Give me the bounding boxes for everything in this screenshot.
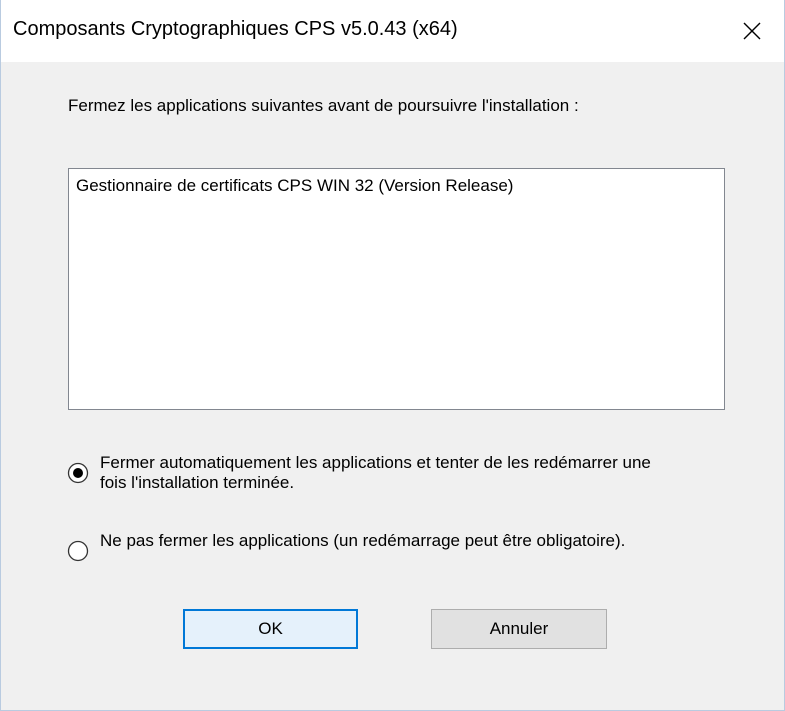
close-icon [743,22,761,40]
list-item[interactable]: Gestionnaire de certificats CPS WIN 32 (… [76,176,513,196]
radio-unselected-icon[interactable] [67,540,89,562]
radio-selected-icon[interactable] [67,462,89,484]
close-button[interactable] [720,0,784,62]
title-bar[interactable]: Composants Cryptographiques CPS v5.0.43 … [1,0,784,62]
cancel-button[interactable]: Annuler [431,609,607,649]
window-title: Composants Cryptographiques CPS v5.0.43 … [13,18,458,40]
option-label[interactable]: Ne pas fermer les applications (un redém… [100,531,680,551]
instruction-text: Fermez les applications suivantes avant … [68,96,579,115]
option-label[interactable]: Fermer automatiquement les applications … [100,453,680,493]
applications-list[interactable]: Gestionnaire de certificats CPS WIN 32 (… [68,168,725,410]
installer-dialog: Composants Cryptographiques CPS v5.0.43 … [0,0,785,711]
ok-button[interactable]: OK [183,609,358,649]
